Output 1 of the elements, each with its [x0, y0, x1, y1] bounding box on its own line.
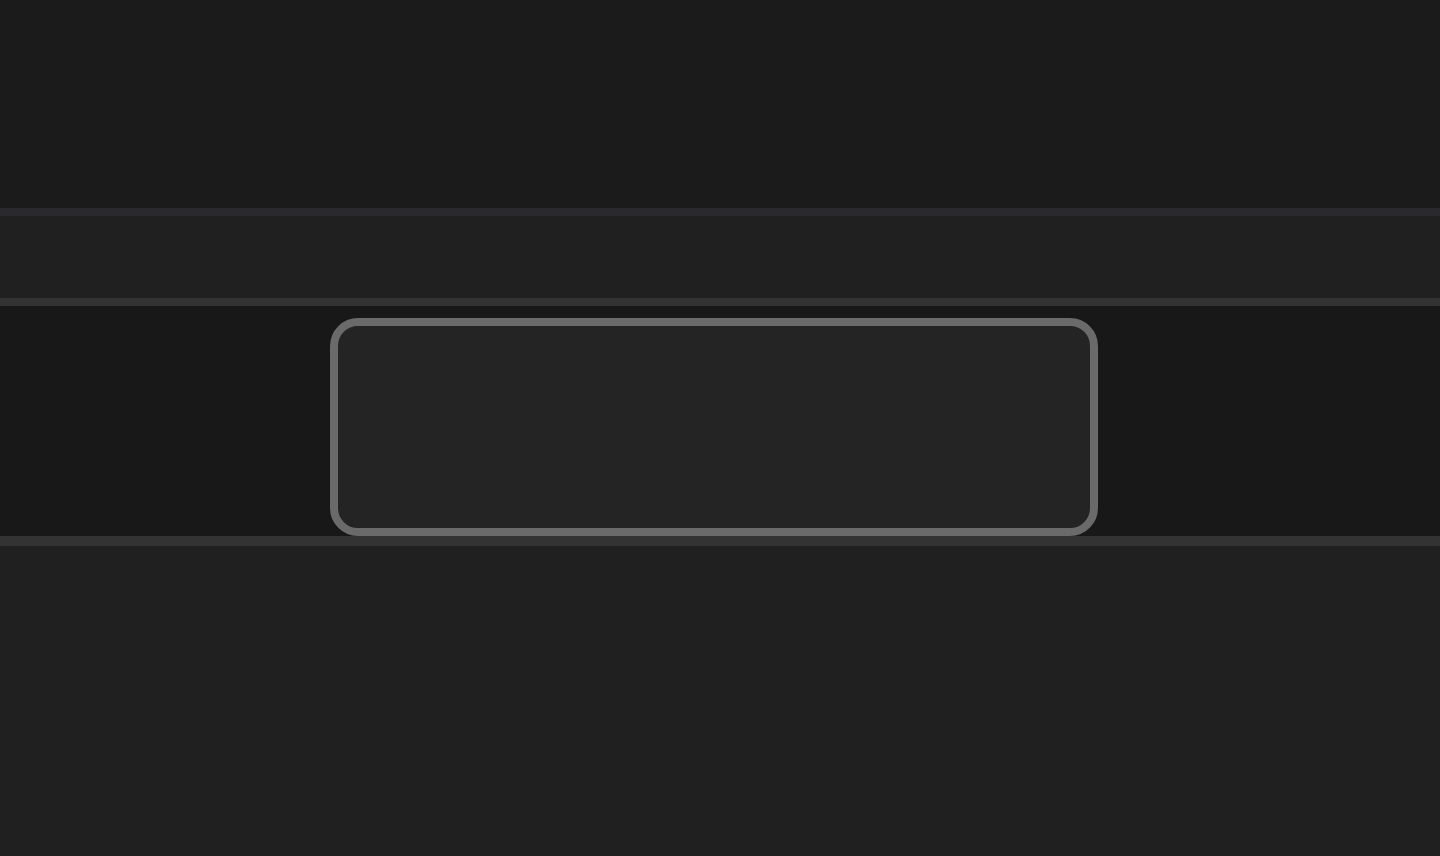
input-field[interactable] [330, 318, 1098, 536]
